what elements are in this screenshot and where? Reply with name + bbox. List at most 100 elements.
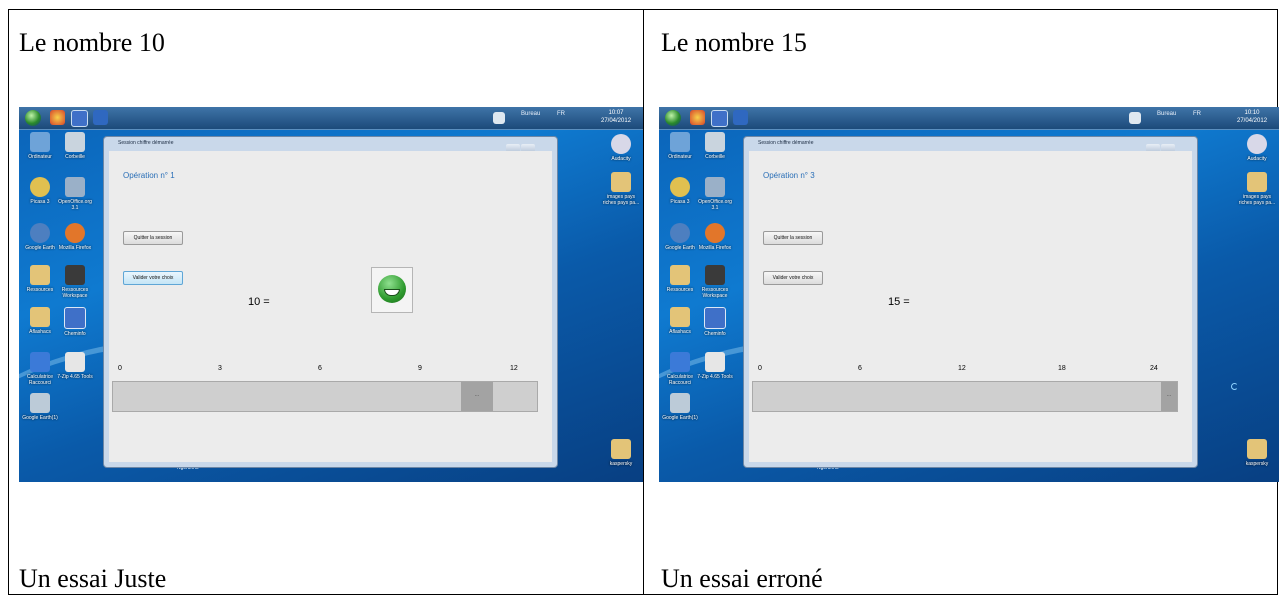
desktop-icon-openoffice[interactable]: OpenOffice.org 3.1: [695, 177, 735, 211]
chrome-icon[interactable]: [50, 110, 65, 125]
calculator-taskbar-icon[interactable]: [93, 110, 108, 125]
desktop-icon-computer[interactable]: Ordinateur: [660, 132, 700, 160]
slider-thumb[interactable]: ...: [1161, 382, 1177, 411]
computer-icon: [670, 132, 690, 152]
quit-session-button[interactable]: Quitter la session: [763, 231, 823, 245]
calculator-icon: [30, 352, 50, 372]
desktop-icon-recycle[interactable]: Corbeille: [695, 132, 735, 160]
tray-lang[interactable]: FR: [557, 111, 565, 117]
slider-tick-label: 6: [858, 365, 862, 372]
desktop-icon-recycle[interactable]: Corbeille: [55, 132, 95, 160]
desktop-icon-kaspersky[interactable]: kaspersky: [1237, 439, 1277, 467]
equation: 15 =: [888, 296, 910, 308]
validate-button[interactable]: Valider votre choix: [123, 271, 183, 285]
window-title: Session chiffre démarrée: [118, 140, 174, 146]
quit-session-button[interactable]: Quitter la session: [123, 231, 183, 245]
slider-thumb[interactable]: ...: [460, 382, 493, 411]
headphones-icon: [1247, 134, 1267, 154]
computer-icon: [30, 132, 50, 152]
validate-button[interactable]: Valider votre choix: [763, 271, 823, 285]
google-earth-icon: [670, 223, 690, 243]
archive-icon: [705, 352, 725, 372]
cheminfo-taskbar-icon[interactable]: [71, 110, 88, 127]
slider-tick-label: 9: [418, 365, 422, 372]
disc-icon: [670, 393, 690, 413]
window-content: Opération n° 3 Quitter la session Valide…: [749, 151, 1192, 462]
desktop-icon-images[interactable]: images pays riches pays pa...: [1237, 172, 1277, 206]
desktop-icon-computer[interactable]: Ordinateur: [20, 132, 60, 160]
recycle-bin-icon: [65, 132, 85, 152]
table-divider: [643, 9, 644, 595]
start-orb-icon[interactable]: [25, 110, 41, 126]
tray-desktop-label: Bureau: [1157, 111, 1177, 117]
desktop-icon-aflashacs[interactable]: Aflashacs: [660, 307, 700, 335]
clock-date: 27/04/2012: [1237, 118, 1268, 124]
desktop-icon-google-earth-2[interactable]: Google Earth(1): [660, 393, 700, 421]
folder-icon: [30, 265, 50, 285]
firefox-icon: [65, 223, 85, 243]
taskbar: Bureau FR 10:10 27/04/2012: [659, 107, 1279, 130]
tray-clock: 10:10 27/04/2012: [1237, 109, 1267, 125]
desktop-icon-firefox[interactable]: Mozilla Firefox: [55, 223, 95, 251]
desktop-icon-7zip[interactable]: 7-Zip 4.65 Tools: [695, 352, 735, 380]
desktop-icon-google-earth[interactable]: Google Earth: [20, 223, 60, 251]
tray-desktop-label: Bureau: [521, 111, 541, 117]
desktop-icon-workspace[interactable]: Ressources Workspace: [695, 265, 735, 299]
number-slider[interactable]: ...: [112, 381, 538, 412]
window-title: Session chiffre démarrée: [758, 140, 814, 146]
openoffice-icon: [705, 177, 725, 197]
right-caption: Un essai erroné: [661, 564, 823, 593]
slider-tick-label: 24: [1150, 365, 1158, 372]
firefox-icon: [705, 223, 725, 243]
desktop-icon-audacity[interactable]: Audacity: [601, 134, 641, 162]
cheminfo-icon: [64, 307, 86, 329]
start-orb-icon[interactable]: [665, 110, 681, 126]
desktop-icon-cheminfo[interactable]: Cheminfo: [55, 307, 95, 337]
tray-lang[interactable]: FR: [1193, 111, 1201, 117]
desktop-icon-firefox[interactable]: Mozilla Firefox: [695, 223, 735, 251]
desktop-icon-kaspersky[interactable]: kaspersky: [601, 439, 641, 467]
operation-label: Opération n° 3: [763, 171, 815, 180]
desktop-icon-cheminfo[interactable]: Cheminfo: [695, 307, 735, 337]
desktop-icon-google-earth[interactable]: Google Earth: [660, 223, 700, 251]
recycle-bin-icon: [705, 132, 725, 152]
loading-spinner-icon: [1231, 383, 1238, 390]
folder-icon: [30, 307, 50, 327]
cheminfo-icon: [704, 307, 726, 329]
folder-icon: [1247, 172, 1267, 192]
window-controls: [1145, 139, 1191, 170]
desktop-icon-aflashacs[interactable]: Aflashacs: [20, 307, 60, 335]
chrome-icon[interactable]: [690, 110, 705, 125]
clock-date: 27/04/2012: [601, 118, 632, 124]
desktop-icon-openoffice[interactable]: OpenOffice.org 3.1: [55, 177, 95, 211]
tray-icon[interactable]: [1129, 112, 1141, 124]
tray-icon[interactable]: [493, 112, 505, 124]
folder-icon: [611, 172, 631, 192]
desktop-icon-images[interactable]: images pays riches pays pa...: [601, 172, 641, 206]
desktop-icon-calculatrice[interactable]: Calculatrice Raccourci: [660, 352, 700, 386]
number-slider[interactable]: ...: [752, 381, 1178, 412]
desktop-icon-7zip[interactable]: 7-Zip 4.65 Tools: [55, 352, 95, 380]
desktop-icon-picasa[interactable]: Picasa 3: [660, 177, 700, 205]
right-screenshot: Bureau FR 10:10 27/04/2012 Ordinateur Co…: [659, 107, 1279, 482]
desktop-icon-calculatrice[interactable]: Calculatrice Raccourci: [20, 352, 60, 386]
folder-icon: [670, 307, 690, 327]
desktop-icon-picasa[interactable]: Picasa 3: [20, 177, 60, 205]
desktop-icon-workspace[interactable]: Ressources Workspace: [55, 265, 95, 299]
desktop-icon-ressources[interactable]: Ressources: [660, 265, 700, 293]
slider-tick-label: 3: [218, 365, 222, 372]
desktop-icon-ressources[interactable]: Ressources: [20, 265, 60, 293]
app-window: Session chiffre démarrée Opération n° 1 …: [103, 136, 558, 468]
desktop-icon-audacity[interactable]: Audacity: [1237, 134, 1277, 162]
taskbar: Bureau FR 10:07 27/04/2012: [19, 107, 643, 130]
calculator-taskbar-icon[interactable]: [733, 110, 748, 125]
slider-tick-label: 0: [118, 365, 122, 372]
slider-tick-label: 6: [318, 365, 322, 372]
left-caption: Un essai Juste: [19, 564, 167, 593]
folder-icon: [670, 265, 690, 285]
cheminfo-taskbar-icon[interactable]: [711, 110, 728, 127]
workspace-icon: [705, 265, 725, 285]
desktop-icon-google-earth-2[interactable]: Google Earth(1): [20, 393, 60, 421]
picasa-icon: [670, 177, 690, 197]
app-window: Session chiffre démarrée Opération n° 3 …: [743, 136, 1198, 468]
